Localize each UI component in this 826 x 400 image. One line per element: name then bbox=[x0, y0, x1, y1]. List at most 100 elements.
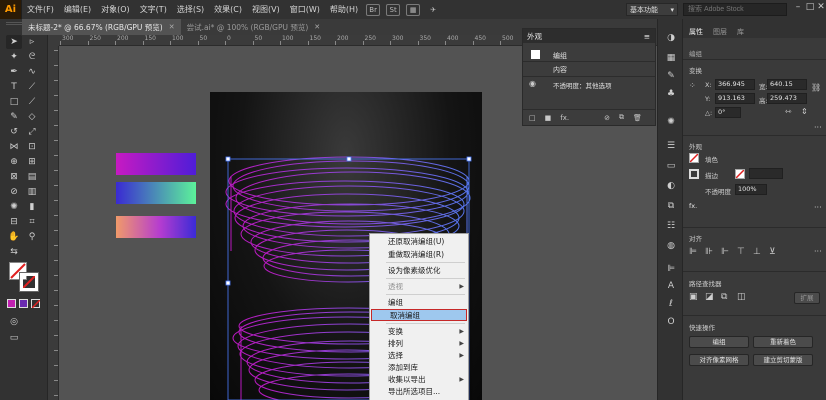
pen-tool-icon[interactable]: ✒ bbox=[6, 65, 22, 79]
artboard-tool-icon[interactable]: ⊟ bbox=[6, 215, 22, 229]
exclude-icon[interactable]: ◫ bbox=[737, 292, 746, 302]
menu-item[interactable]: 编辑(E) bbox=[59, 4, 96, 15]
context-menu-item[interactable]: 变换 ▶ bbox=[370, 326, 468, 338]
width-tool-icon[interactable]: ⋈ bbox=[6, 140, 22, 154]
none-mode-icon[interactable] bbox=[31, 299, 41, 309]
graphic-styles-panel-icon[interactable]: ⧉ bbox=[663, 199, 679, 213]
eraser-tool-icon[interactable]: ◇ bbox=[24, 110, 40, 124]
ruler-origin[interactable] bbox=[48, 35, 59, 46]
align-panel-icon[interactable]: ⊫ bbox=[663, 262, 679, 276]
color-panel-icon[interactable]: ◑ bbox=[663, 31, 679, 45]
gradient-panel-icon[interactable]: ▭ bbox=[663, 159, 679, 173]
angle-field[interactable]: 0° bbox=[715, 107, 741, 118]
menu-item[interactable]: 对象(O) bbox=[96, 4, 135, 15]
stroke-color-swatch[interactable] bbox=[689, 169, 699, 179]
recolor-button[interactable]: 重新着色 bbox=[753, 336, 813, 348]
perspective-grid-tool-icon[interactable]: ⊞ bbox=[24, 155, 40, 169]
glyphs-panel-icon[interactable]: ℓ bbox=[663, 297, 679, 311]
flip-vertical-icon[interactable]: ⇕ bbox=[801, 107, 808, 116]
paintbrush-tool-icon[interactable]: ⟋ bbox=[24, 95, 40, 109]
blend-tool-icon[interactable]: ▥ bbox=[24, 185, 40, 199]
add-stroke-icon[interactable]: □ bbox=[529, 114, 536, 122]
column-graph-tool-icon[interactable]: ▮ bbox=[24, 200, 40, 214]
height-field[interactable]: 259.473 bbox=[767, 93, 807, 104]
menu-item[interactable]: 文字(T) bbox=[135, 4, 172, 15]
fill-color-swatch[interactable] bbox=[689, 153, 699, 163]
width-field[interactable]: 640.15 bbox=[767, 79, 807, 90]
hand-tool-icon[interactable]: ✋ bbox=[6, 230, 22, 244]
stock-icon[interactable]: St bbox=[386, 3, 401, 16]
tab-layers[interactable]: 图层 bbox=[713, 27, 727, 37]
stroke-panel-icon[interactable]: ☰ bbox=[663, 139, 679, 153]
context-menu-item[interactable]: 编组 bbox=[370, 297, 468, 309]
close-icon[interactable]: ✕ bbox=[314, 23, 320, 31]
reference-point-icon[interactable]: ⁘ bbox=[689, 81, 696, 90]
vertical-ruler[interactable] bbox=[48, 46, 59, 400]
menu-item[interactable]: 窗口(W) bbox=[285, 4, 325, 15]
panel-menu-icon[interactable]: ≡ bbox=[644, 32, 650, 41]
selection-tool-icon[interactable]: ➤ bbox=[6, 35, 22, 49]
x-field[interactable]: 366.945 bbox=[715, 79, 755, 90]
direct-selection-tool-icon[interactable]: ▹ bbox=[24, 35, 40, 49]
type-tool-icon[interactable]: T bbox=[6, 80, 22, 94]
zoom-tool-icon[interactable]: ⚲ bbox=[24, 230, 40, 244]
opacity-label[interactable]: 不透明度：其他选项 bbox=[553, 80, 612, 90]
link-icon[interactable]: ⛓ bbox=[811, 83, 821, 92]
duplicate-item-icon[interactable]: ⧉ bbox=[619, 113, 624, 122]
group-button[interactable]: 编组 bbox=[689, 336, 749, 348]
gpu-performance-icon[interactable]: ✈ bbox=[426, 4, 440, 16]
add-effect-icon[interactable]: fx. bbox=[560, 114, 569, 122]
pathfinder-expand-button[interactable]: 扩展 bbox=[794, 292, 820, 304]
workspace-switcher[interactable]: 基本功能 ▾ bbox=[626, 3, 678, 16]
context-menu-item[interactable]: 设为像素级优化 bbox=[370, 265, 468, 277]
curvature-tool-icon[interactable]: ∿ bbox=[24, 65, 40, 79]
visibility-eye-icon[interactable]: ◉ bbox=[529, 79, 536, 88]
shaper-tool-icon[interactable]: ✎ bbox=[6, 110, 22, 124]
context-menu-item[interactable]: 导出所选项目... bbox=[370, 386, 468, 398]
symbols-panel-icon[interactable]: ♣ bbox=[663, 87, 679, 101]
magic-wand-tool-icon[interactable]: ✦ bbox=[6, 50, 22, 64]
minus-front-icon[interactable]: ◪ bbox=[705, 292, 714, 302]
stroke-none-swatch[interactable] bbox=[735, 169, 745, 179]
context-menu-item[interactable]: 排列 ▶ bbox=[370, 338, 468, 350]
align-bottom-icon[interactable]: ⊻ bbox=[769, 247, 776, 257]
swap-fill-stroke-icon[interactable]: ⇆ bbox=[6, 245, 22, 259]
gradient-mode-icon[interactable] bbox=[19, 299, 28, 308]
slice-tool-icon[interactable]: ⌗ bbox=[24, 215, 40, 229]
context-menu-item[interactable]: 添加到库 bbox=[370, 362, 468, 374]
align-right-icon[interactable]: ⊩ bbox=[721, 247, 729, 257]
tab-document-1[interactable]: 未标题-2* @ 66.67% (RGB/GPU 预览) ✕ bbox=[22, 19, 181, 35]
stock-search-input[interactable] bbox=[683, 3, 787, 16]
type-panel-icon[interactable]: A bbox=[663, 279, 679, 293]
appearance-panel-icon[interactable]: ✺ bbox=[663, 115, 679, 129]
transparency-panel-icon[interactable]: ◐ bbox=[663, 179, 679, 193]
free-transform-tool-icon[interactable]: ⊡ bbox=[24, 140, 40, 154]
align-middle-icon[interactable]: ⊥ bbox=[753, 247, 761, 257]
arrange-documents-icon[interactable]: ▦ bbox=[406, 3, 421, 16]
content-label[interactable]: 内容 bbox=[553, 65, 567, 75]
opentype-panel-icon[interactable]: O bbox=[663, 315, 679, 329]
context-menu-item[interactable]: 选择 ▶ bbox=[370, 350, 468, 362]
bridge-icon[interactable]: Br bbox=[366, 3, 381, 16]
align-top-icon[interactable]: ⊤ bbox=[737, 247, 745, 257]
tab-document-2[interactable]: 尝试.ai* @ 100% (RGB/GPU 预览) ✕ bbox=[181, 19, 327, 35]
intersect-icon[interactable]: ⧉ bbox=[721, 292, 727, 302]
effects-button[interactable]: fx. bbox=[689, 202, 697, 210]
menu-item[interactable]: 效果(C) bbox=[209, 4, 247, 15]
menu-item[interactable]: 文件(F) bbox=[22, 4, 59, 15]
line-tool-icon[interactable]: ⟋ bbox=[24, 80, 40, 94]
color-mode-icon[interactable] bbox=[7, 299, 16, 308]
tab-libraries[interactable]: 库 bbox=[737, 27, 744, 37]
artboards-panel-icon[interactable]: ◍ bbox=[663, 239, 679, 253]
align-center-icon[interactable]: ⊪ bbox=[705, 247, 713, 257]
stroke-weight-field[interactable] bbox=[749, 168, 783, 179]
swatches-panel-icon[interactable]: ▦ bbox=[663, 51, 679, 65]
menu-item[interactable]: 帮助(H) bbox=[325, 4, 363, 15]
context-menu-item[interactable]: 重做取消编组(R) bbox=[370, 249, 468, 261]
delete-item-icon[interactable]: 🗑 bbox=[633, 114, 642, 122]
gradient-tool-icon[interactable]: ▤ bbox=[24, 170, 40, 184]
add-fill-icon[interactable]: ■ bbox=[545, 114, 552, 122]
layers-panel-icon[interactable]: ☷ bbox=[663, 219, 679, 233]
unite-icon[interactable]: ▣ bbox=[689, 292, 698, 302]
lasso-tool-icon[interactable]: ᘓ bbox=[24, 50, 40, 64]
